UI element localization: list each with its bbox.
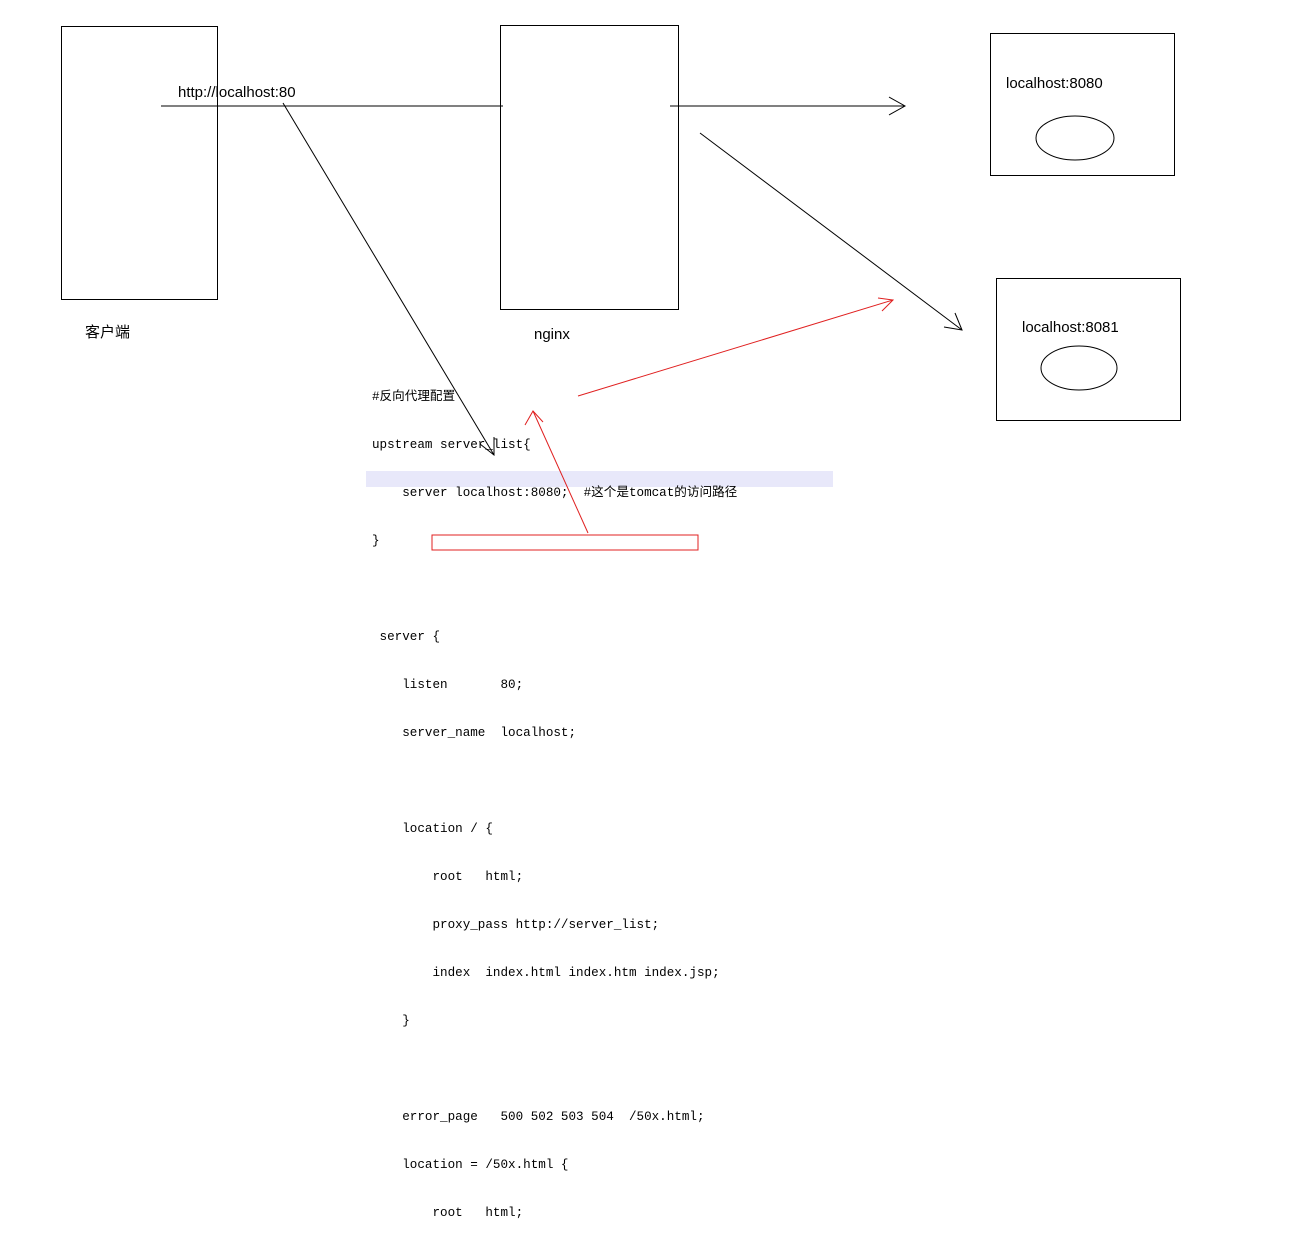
url-code-arrow: [282, 102, 495, 456]
server-8080-ellipse: [1035, 115, 1115, 161]
nginx-label: nginx: [534, 326, 570, 343]
server-8080-label: localhost:8080: [1006, 75, 1103, 92]
server-8081-label: localhost:8081: [1022, 319, 1119, 336]
client-label: 客户端: [85, 324, 131, 341]
code-line: server_name localhost;: [372, 726, 577, 740]
code-line: error_page 500 502 503 504 /50x.html;: [372, 1110, 705, 1124]
code-line: location / {: [372, 822, 493, 836]
code-line: listen 80;: [372, 678, 524, 692]
server-8081-ellipse: [1040, 345, 1118, 391]
nginx-8081-arrow: [699, 132, 963, 331]
red-arrowhead-servers: [877, 297, 895, 312]
code-line: location = /50x.html {: [372, 1158, 569, 1172]
code-line: proxy_pass http://server_list;: [372, 918, 660, 932]
code-line: index index.html index.htm index.jsp;: [372, 966, 720, 980]
proxy-pass-highlight-box: [431, 534, 699, 551]
upstream-to-servers-arrow: [577, 299, 894, 397]
code-line: root html;: [372, 1206, 524, 1220]
proxy-to-upstream-arrow: [532, 410, 589, 534]
client-url-label: http://localhost:80: [178, 84, 296, 101]
code-line: root html;: [372, 870, 524, 884]
code-line: }: [372, 1014, 410, 1028]
